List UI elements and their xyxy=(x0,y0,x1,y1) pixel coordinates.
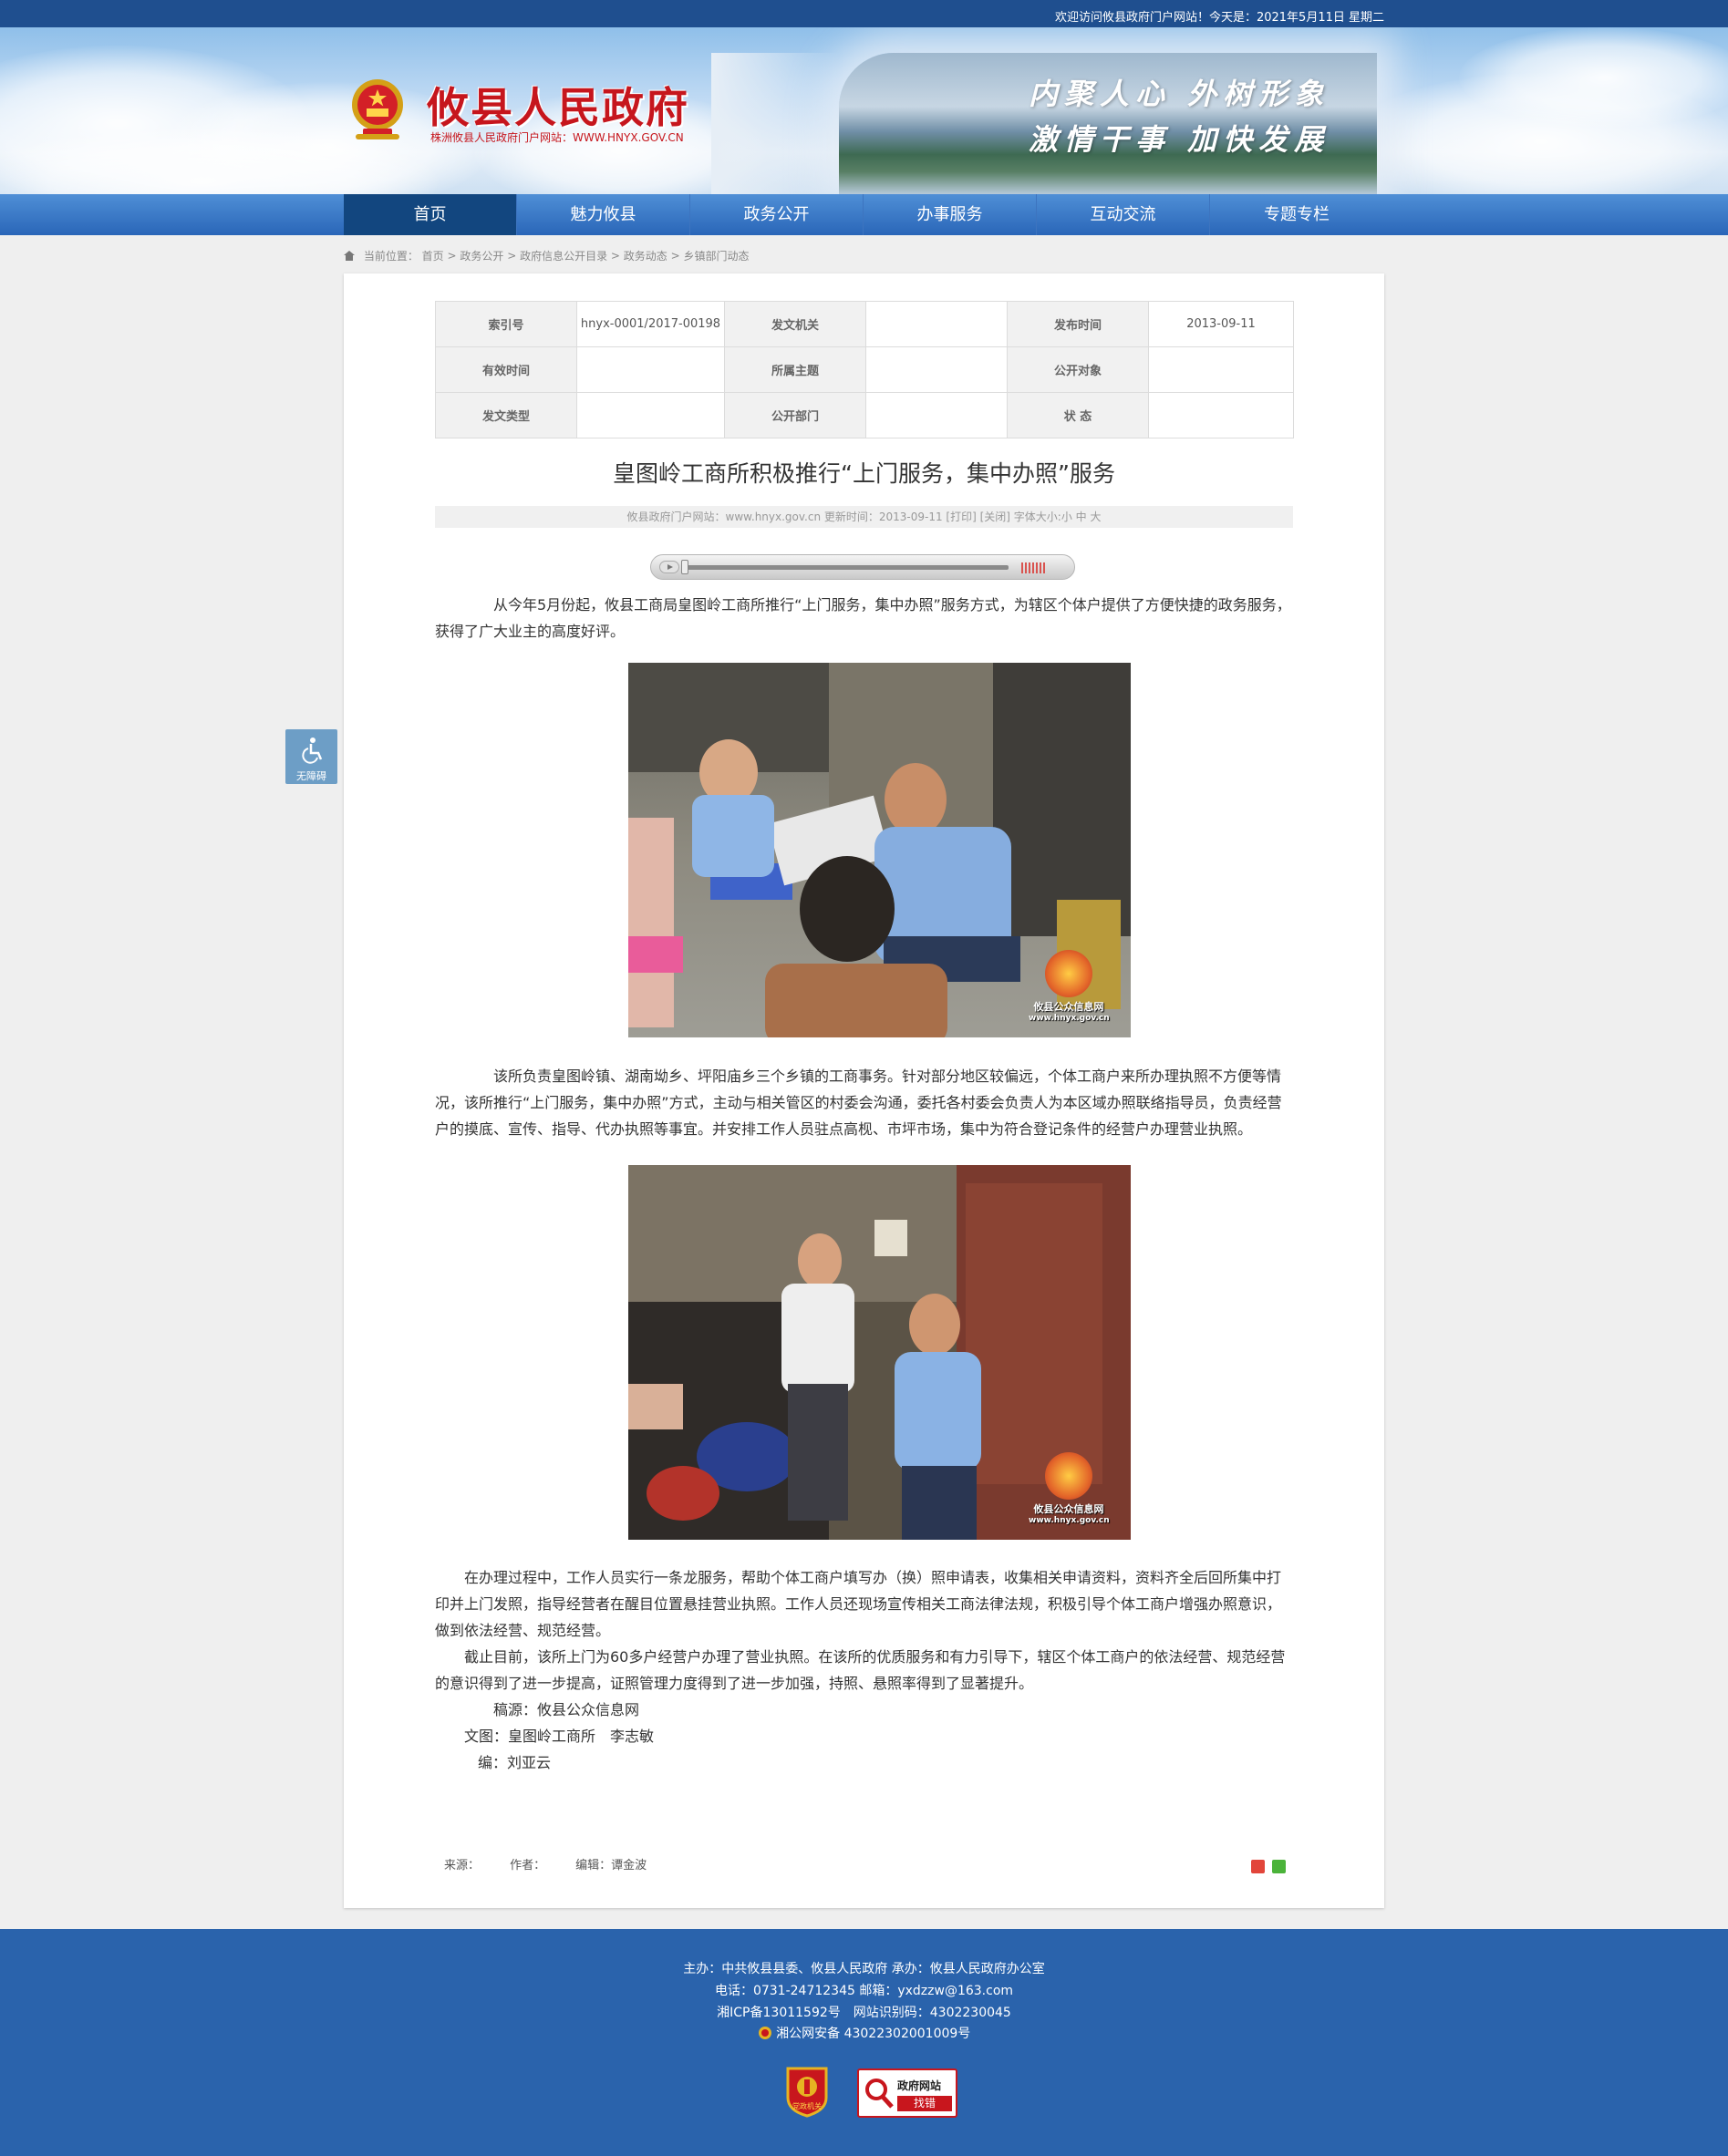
accessibility-label: 无障碍 xyxy=(296,770,326,782)
meta-value-topic xyxy=(865,346,1008,393)
meta-key: 发文类型 xyxy=(435,392,577,438)
nav-item-charm[interactable]: 魅力攸县 xyxy=(517,194,690,235)
breadcrumb-link-catalog[interactable]: 政府信息公开目录 xyxy=(520,250,607,263)
top-bar: 欢迎访问攸县政府门户网站！今天是：2021年5月11日 星期二 xyxy=(0,0,1728,27)
article-footer-meta: 来源： 作者： 编辑：谭金波 xyxy=(444,1855,647,1872)
party-gov-badge-icon[interactable]: 党政机关 xyxy=(784,2065,830,2118)
meta-key: 有效时间 xyxy=(435,346,577,393)
meta-value-index: hnyx-0001/2017-00198 xyxy=(576,301,725,347)
meta-value-department xyxy=(865,392,1008,438)
meta-value-doc-type xyxy=(576,392,725,438)
article-photo-2: 攸县公众信息网 www.hnyx.gov.cn xyxy=(628,1165,1131,1540)
accessibility-button[interactable]: 无障碍 xyxy=(285,729,337,784)
nav-item-gov-affairs[interactable]: 政务公开 xyxy=(690,194,864,235)
author-label: 作者： xyxy=(510,1859,546,1872)
editor-label: 编辑：谭金波 xyxy=(575,1859,647,1872)
welcome-text: 欢迎访问攸县政府门户网站！今天是：2021年5月11日 星期二 xyxy=(1054,11,1384,25)
volume-icon[interactable] xyxy=(1021,562,1047,573)
weibo-share-icon[interactable] xyxy=(1251,1860,1265,1873)
article-title: 皇图岭工商所积极推行“上门服务，集中办照”服务 xyxy=(613,460,1115,487)
progress-track[interactable] xyxy=(684,565,1009,570)
footer-police-record[interactable]: 湘公网安备 43022302001009号 xyxy=(0,2024,1728,2042)
gov-site-label: 政府网站 xyxy=(897,2079,942,2092)
document-meta-table: 索引号 hnyx-0001/2017-00198 发文机关 发布时间 2013-… xyxy=(435,301,1294,438)
home-icon xyxy=(344,251,355,261)
breadcrumb-link-township[interactable]: 乡镇部门动态 xyxy=(683,250,749,263)
audio-player[interactable] xyxy=(650,554,1075,580)
slogan-line-2: 激情干事 加快发展 xyxy=(1029,122,1330,157)
meta-key: 发布时间 xyxy=(1007,301,1149,347)
photo-watermark: 攸县公众信息网 www.hnyx.gov.cn xyxy=(1029,1452,1110,1525)
meta-key: 所属主题 xyxy=(724,346,866,393)
play-icon[interactable] xyxy=(659,561,679,573)
footer-organizer: 主办：中共攸县县委、攸县人民政府 承办：攸县人民政府办公室 xyxy=(683,1962,1045,1976)
meta-value-date: 2013-09-11 xyxy=(1148,301,1294,347)
main-nav: 首页 魅力攸县 政务公开 办事服务 互动交流 专题专栏 xyxy=(0,194,1728,235)
article-paragraph: 截止目前，该所上门为60多户经营户办理了营业执照。在该所的优质服务和有力引导下，… xyxy=(435,1648,1286,1692)
breadcrumb-link-gov-affairs[interactable]: 政务公开 xyxy=(460,250,503,263)
gov-site-error-report-button[interactable]: 政府网站 找错 xyxy=(857,2068,957,2118)
content-panel: 索引号 hnyx-0001/2017-00198 发文机关 发布时间 2013-… xyxy=(344,273,1384,1908)
national-emblem-icon xyxy=(352,79,403,139)
party-gov-badge-label: 党政机关 xyxy=(792,2101,822,2110)
site-subtitle: 株洲攸县人民政府门户网站：WWW.HNYX.GOV.CN xyxy=(430,131,684,144)
nav-item-services[interactable]: 办事服务 xyxy=(864,194,1037,235)
wechat-share-icon[interactable] xyxy=(1272,1860,1286,1873)
article-paragraph: 该所负责皇图岭镇、湖南坳乡、坪阳庙乡三个乡镇的工商事务。针对部分地区较偏远，个体… xyxy=(435,1068,1282,1138)
watermark-logo-icon xyxy=(1045,1452,1092,1500)
article-info-bar[interactable]: 攸县政府门户网站：www.hnyx.gov.cn 更新时间：2013-09-11… xyxy=(435,506,1293,528)
nav-item-topics[interactable]: 专题专栏 xyxy=(1210,194,1383,235)
meta-value-issuer xyxy=(865,301,1008,347)
article-paragraph: 从今年5月份起，攸县工商局皇图岭工商所推行“上门服务，集中办照”服务方式，为辖区… xyxy=(435,596,1291,640)
slogan-line-1: 内聚人心 外树形象 xyxy=(1029,77,1330,111)
nav-item-interaction[interactable]: 互动交流 xyxy=(1037,194,1210,235)
photo-watermark: 攸县公众信息网 www.hnyx.gov.cn xyxy=(1029,950,1110,1023)
police-badge-icon xyxy=(758,2027,771,2039)
header-banner: 内聚人心 外树形象 激情干事 加快发展 xyxy=(0,27,1728,194)
article-photo-1: 攸县公众信息网 www.hnyx.gov.cn xyxy=(628,663,1131,1037)
error-report-label: 找错 xyxy=(897,2096,952,2111)
meta-value-valid-time xyxy=(576,346,725,393)
site-title[interactable]: 攸县人民政府 xyxy=(427,75,689,135)
meta-key: 公开对象 xyxy=(1007,346,1149,393)
meta-value-audience xyxy=(1148,346,1294,393)
footer-icp[interactable]: 湘ICP备13011592号 网站识别码：4302230045 xyxy=(0,2003,1728,2021)
breadcrumb: 当前位置： 首页 > 政务公开 > 政府信息公开目录 > 政务动态 > 乡镇部门… xyxy=(344,248,750,263)
breadcrumb-prefix: 当前位置： xyxy=(363,250,419,263)
meta-key: 状 态 xyxy=(1007,392,1149,438)
breadcrumb-link-news[interactable]: 政务动态 xyxy=(624,250,667,263)
progress-handle[interactable] xyxy=(681,560,688,574)
watermark-logo-icon xyxy=(1045,950,1092,997)
article-paragraph: 在办理过程中，工作人员实行一条龙服务，帮助个体工商户填写办（换）照申请表，收集相… xyxy=(435,1569,1282,1639)
article-credit-editor: 编：刘亚云 xyxy=(478,1754,552,1771)
meta-key: 发文机关 xyxy=(724,301,866,347)
meta-key: 公开部门 xyxy=(724,392,866,438)
nav-item-home[interactable]: 首页 xyxy=(344,194,517,235)
wheelchair-icon xyxy=(302,738,323,764)
article-credit-source: 稿源：攸县公众信息网 xyxy=(493,1701,640,1718)
source-label: 来源： xyxy=(444,1859,481,1872)
article-credit-author: 文图：皇图岭工商所 李志敏 xyxy=(464,1728,655,1745)
meta-key: 索引号 xyxy=(435,301,577,347)
footer-contact: 电话：0731-24712345 邮箱：yxdzzw@163.com xyxy=(714,1984,1014,1998)
meta-value-status xyxy=(1148,392,1294,438)
magnifier-icon xyxy=(865,2079,894,2109)
breadcrumb-link-home[interactable]: 首页 xyxy=(422,250,444,263)
